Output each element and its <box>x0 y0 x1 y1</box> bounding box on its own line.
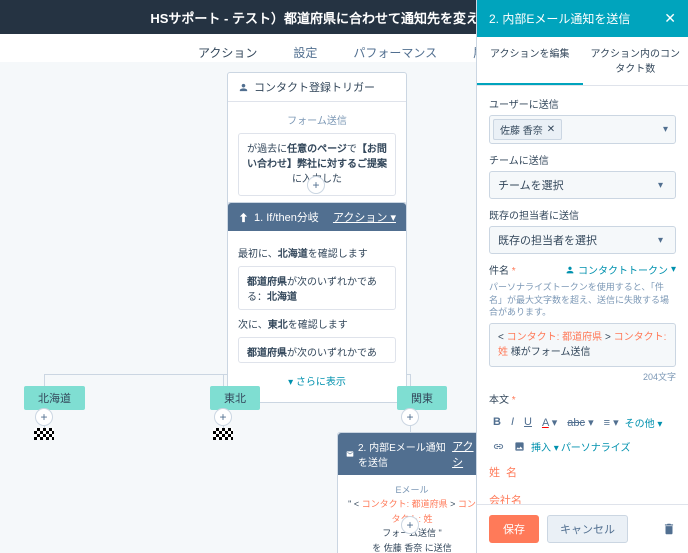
existing-field-label: 既存の担当者に送信 <box>489 207 676 222</box>
add-btn-br3[interactable]: + <box>401 408 419 426</box>
token-link[interactable]: コンタクトトークン ▾ <box>565 262 676 277</box>
end-marker-2 <box>213 428 233 440</box>
token-firstname[interactable]: 名 <box>506 464 517 480</box>
panel-body: ユーザーに送信 佐藤 香奈✕ ▾ チームに送信 チームを選択▾ 既存の担当者に送… <box>477 86 688 504</box>
end-marker-1 <box>34 428 54 440</box>
panel-tabs: アクションを編集 アクション内のコンタクト数 <box>477 37 688 86</box>
show-more-link[interactable]: ▾ さらに表示 <box>238 369 396 392</box>
editor-toolbar-2: 挿入 ▾ パーソナライズ <box>489 435 676 458</box>
cancel-button[interactable]: キャンセル <box>547 515 628 543</box>
branch-rule-2: 都道府県が次のいずれかである：青森県または岩手県または宮城県または秋田県 <box>238 337 396 363</box>
char-count: 204文字 <box>489 370 676 383</box>
email-node[interactable]: 2. 内部Eメール通知を送信 アクシ Eメール " < コンタクト: 都道府県 … <box>337 432 476 553</box>
email-node-title: 2. 内部Eメール通知を送信 <box>358 439 452 469</box>
team-field-label: チームに送信 <box>489 152 676 167</box>
trigger-title: コンタクト登録トリガー <box>254 79 375 95</box>
existing-select[interactable]: 既存の担当者を選択▾ <box>489 226 676 254</box>
subject-input[interactable]: < コンタクト: 都道府県 > コンタクト: 姓 様がフォーム送信 <box>489 323 676 367</box>
branch-action-menu[interactable]: アクション ▾ <box>333 209 396 225</box>
chevron-down-icon: ▾ <box>659 124 672 135</box>
image-btn[interactable] <box>510 439 529 454</box>
insert-menu[interactable]: 挿入 ▾ <box>531 439 559 454</box>
branch-chip-hokkaido[interactable]: 北海道 <box>24 386 85 410</box>
token-company[interactable]: 会社名 <box>489 492 522 504</box>
subject-field-label: 件名 * コンタクトトークン ▾ <box>489 262 676 277</box>
trigger-sublabel: フォーム送信 <box>238 112 396 127</box>
trigger-header: コンタクト登録トリガー <box>228 73 406 102</box>
body-editor[interactable]: 姓 名 会社名 Eメール <box>489 464 676 504</box>
add-action-button[interactable]: + <box>307 176 325 194</box>
bold-btn[interactable]: B <box>489 414 505 430</box>
panel-header: 2. 内部Eメール通知を送信 ✕ <box>477 0 688 37</box>
connector <box>410 374 411 386</box>
connector <box>44 374 45 386</box>
other-menu[interactable]: その他 ▾ <box>625 415 663 430</box>
panel-title: 2. 内部Eメール通知を送信 <box>489 10 630 27</box>
list-btn[interactable]: ≡ ▾ <box>600 414 623 431</box>
branch-header: 1. If/then分岐 アクション ▾ <box>228 203 406 231</box>
side-panel: 2. 内部Eメール通知を送信 ✕ アクションを編集 アクション内のコンタクト数 … <box>476 0 688 553</box>
branch-rule-1: 都道府県が次のいずれかである：北海道 <box>238 266 396 310</box>
email-node-body: Eメール " < コンタクト: 都道府県 > コンタクト: 姓 フォーム送信 "… <box>338 475 476 553</box>
body-field-label: 本文 * <box>489 391 676 406</box>
token-lastname[interactable]: 姓 <box>489 464 500 480</box>
chevron-down-icon: ▾ <box>654 180 667 191</box>
branch-node[interactable]: 1. If/then分岐 アクション ▾ 最初に、北海道を確認します 都道府県が… <box>227 202 407 403</box>
save-button[interactable]: 保存 <box>489 515 539 543</box>
personalize-btn[interactable]: パーソナライズ <box>561 439 631 454</box>
team-select[interactable]: チームを選択▾ <box>489 171 676 199</box>
subject-help: パーソナライズトークンを使用すると、「件名」が最大文字数を超え、送信に失敗する場… <box>489 281 676 319</box>
user-tag[interactable]: 佐藤 香奈✕ <box>493 119 562 140</box>
italic-btn[interactable]: I <box>507 414 518 430</box>
underline-btn[interactable]: U <box>520 414 536 430</box>
chevron-down-icon: ▾ <box>654 235 667 246</box>
page-title: HSサポート - テスト）都道府県に合わせて通知先を変える場合 <box>150 8 517 27</box>
remove-tag-icon[interactable]: ✕ <box>547 124 555 135</box>
panel-footer: 保存 キャンセル <box>477 504 688 553</box>
link-btn[interactable] <box>489 439 508 454</box>
connector <box>223 374 224 386</box>
branch-title: 1. If/then分岐 <box>254 209 319 225</box>
add-btn-br2[interactable]: + <box>214 408 232 426</box>
branch-chip-kanto[interactable]: 関東 <box>397 386 447 410</box>
add-btn-after-email[interactable]: + <box>401 516 419 534</box>
branch-cond-1: 最初に、北海道を確認します <box>238 245 396 260</box>
branch-cond-2: 次に、東北を確認します <box>238 316 396 331</box>
delete-icon[interactable] <box>662 522 676 536</box>
color-btn[interactable]: A ▾ <box>538 414 561 431</box>
user-field-label: ユーザーに送信 <box>489 96 676 111</box>
editor-toolbar: B I U A ▾ abc ▾ ≡ ▾ その他 ▾ <box>489 410 676 435</box>
panel-tab-edit[interactable]: アクションを編集 <box>477 37 583 85</box>
close-icon[interactable]: ✕ <box>664 10 676 27</box>
branch-chip-tohoku[interactable]: 東北 <box>210 386 260 410</box>
strike-btn[interactable]: abc ▾ <box>563 414 597 431</box>
email-node-header: 2. 内部Eメール通知を送信 アクシ <box>338 433 476 475</box>
panel-tab-contacts[interactable]: アクション内のコンタクト数 <box>583 37 688 85</box>
email-node-action[interactable]: アクシ <box>452 438 476 470</box>
add-btn-br1[interactable]: + <box>35 408 53 426</box>
user-select[interactable]: 佐藤 香奈✕ ▾ <box>489 115 676 144</box>
workflow-canvas[interactable]: コンタクト登録トリガー フォーム送信 が過去に任意のページで【お問い合わせ】弊社… <box>0 62 476 553</box>
